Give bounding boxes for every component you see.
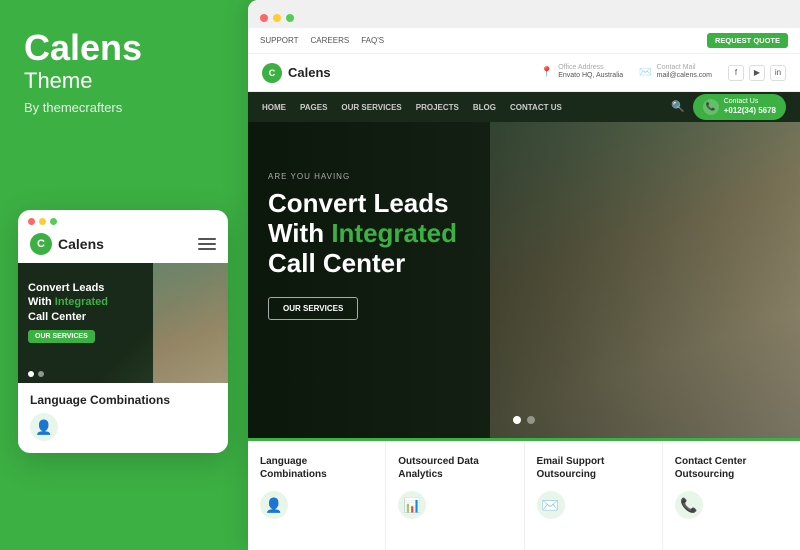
- facebook-icon[interactable]: f: [728, 65, 744, 81]
- topbar-link-support[interactable]: SUPPORT: [260, 36, 299, 45]
- nav-our-services[interactable]: OUR SERVICES: [341, 103, 401, 112]
- mobile-heading-line1: Convert Leads: [28, 282, 104, 294]
- contact-label: Contact Us: [724, 98, 776, 106]
- hero-slider-dots: [513, 416, 535, 424]
- bottom-card-icon-0: 👤: [260, 491, 288, 519]
- bottom-card-title-3: Contact Center Outsourcing: [675, 455, 788, 481]
- youtube-icon[interactable]: ▶: [749, 65, 765, 81]
- nav-blog[interactable]: BLOG: [473, 103, 496, 112]
- site-header: C Calens 📍 Office Address Envato HQ, Aus…: [248, 54, 800, 92]
- hero-dot-1: [513, 416, 521, 424]
- mail-info: ✉️ Contact Mail mail@calens.com: [639, 64, 712, 80]
- mobile-logo: C Calens: [30, 233, 104, 255]
- by-line: By themecrafters: [24, 100, 224, 115]
- mail-value: mail@calens.com: [657, 71, 712, 80]
- nav-right: 🔍 📞 Contact Us +012(34) 5678: [671, 94, 786, 120]
- mail-label: Contact Mail: [657, 64, 712, 71]
- mobile-card-header: C Calens: [18, 229, 228, 263]
- hero-heading-line3: Call Center: [268, 248, 405, 278]
- mobile-language-card: Language Combinations 👤: [18, 383, 228, 453]
- browser-chrome: [248, 0, 800, 28]
- contact-button[interactable]: 📞 Contact Us +012(34) 5678: [693, 94, 786, 120]
- mobile-hero-text: Convert Leads With Integrated Call Cente…: [28, 281, 108, 343]
- hero-content: ARE YOU HAVING Convert Leads With Integr…: [268, 172, 457, 320]
- browser-dot-2: [273, 14, 281, 22]
- contact-text: Contact Us +012(34) 5678: [724, 98, 776, 116]
- left-panel: Calens Theme By themecrafters C Calens C…: [0, 0, 248, 550]
- contact-phone: +012(34) 5678: [724, 106, 776, 116]
- hero-heading-highlight: Integrated: [331, 218, 457, 248]
- site-topbar: SUPPORT CAREERS FAQ'S REQUEST QUOTE: [248, 28, 800, 54]
- hamburger-menu[interactable]: [198, 238, 216, 250]
- bottom-card-0[interactable]: Language Combinations 👤: [248, 441, 386, 550]
- hero-heading: Convert Leads With Integrated Call Cente…: [268, 189, 457, 279]
- site-hero: ARE YOU HAVING Convert Leads With Integr…: [248, 122, 800, 438]
- request-quote-button[interactable]: REQUEST QUOTE: [707, 33, 788, 48]
- office-label: Office Address: [558, 64, 623, 71]
- header-info: 📍 Office Address Envato HQ, Australia ✉️…: [541, 64, 786, 80]
- bottom-card-title-1: Outsourced Data Analytics: [398, 455, 511, 481]
- bottom-card-3[interactable]: Contact Center Outsourcing 📞: [663, 441, 800, 550]
- nav-links: HOME PAGES OUR SERVICES PROJECTS BLOG CO…: [262, 103, 562, 112]
- nav-contact-us[interactable]: CONTACT US: [510, 103, 562, 112]
- location-icon: 📍: [541, 67, 553, 78]
- bottom-card-icon-1: 📊: [398, 491, 426, 519]
- mobile-slider-dots: [28, 371, 44, 377]
- hero-pre-heading: ARE YOU HAVING: [268, 172, 457, 181]
- right-panel: SUPPORT CAREERS FAQ'S REQUEST QUOTE C Ca…: [248, 0, 800, 550]
- mobile-hero: Convert Leads With Integrated Call Cente…: [18, 263, 228, 383]
- bottom-cards: Language Combinations 👤 Outsourced Data …: [248, 438, 800, 550]
- mobile-logo-name: Calens: [58, 236, 104, 252]
- office-info: 📍 Office Address Envato HQ, Australia: [541, 64, 623, 80]
- browser-dot-3: [286, 14, 294, 22]
- dot-red: [28, 218, 35, 225]
- dot-yellow: [39, 218, 46, 225]
- mail-icon: ✉️: [639, 67, 651, 78]
- topbar-link-careers[interactable]: CAREERS: [311, 36, 350, 45]
- nav-pages[interactable]: PAGES: [300, 103, 327, 112]
- hero-heading-line1: Convert Leads: [268, 188, 449, 218]
- nav-home[interactable]: HOME: [262, 103, 286, 112]
- site-nav: HOME PAGES OUR SERVICES PROJECTS BLOG CO…: [248, 92, 800, 122]
- bottom-card-icon-3: 📞: [675, 491, 703, 519]
- site-logo-icon: C: [262, 63, 282, 83]
- phone-icon: 📞: [703, 99, 719, 115]
- mobile-cta-button[interactable]: OUR SERVICES: [28, 330, 95, 343]
- brand-sub: Theme: [24, 68, 224, 94]
- mobile-logo-icon: C: [30, 233, 52, 255]
- office-value: Envato HQ, Australia: [558, 71, 623, 80]
- mobile-heading-line3: Call Center: [28, 311, 86, 323]
- browser-dot-1: [260, 14, 268, 22]
- mobile-card: C Calens Convert Leads With Integrated C…: [18, 210, 228, 453]
- mobile-lang-icon: 👤: [30, 413, 58, 441]
- hero-dot-2: [527, 416, 535, 424]
- mobile-lang-title: Language Combinations: [30, 393, 216, 407]
- mobile-card-dots: [18, 210, 228, 229]
- bottom-card-title-2: Email Support Outsourcing: [537, 455, 650, 481]
- bottom-card-2[interactable]: Email Support Outsourcing ✉️: [525, 441, 663, 550]
- slide-dot-2: [38, 371, 44, 377]
- nav-projects[interactable]: PROJECTS: [416, 103, 459, 112]
- topbar-link-faq[interactable]: FAQ'S: [361, 36, 384, 45]
- bottom-card-title-0: Language Combinations: [260, 455, 373, 481]
- mobile-heading-line2: With: [28, 296, 52, 308]
- hero-heading-line2: With: [268, 218, 324, 248]
- brand-name: Calens: [24, 30, 224, 66]
- mobile-heading-highlight: Integrated: [55, 296, 108, 308]
- bottom-card-icon-2: ✉️: [537, 491, 565, 519]
- social-icons: f ▶ in: [728, 65, 786, 81]
- topbar-links: SUPPORT CAREERS FAQ'S: [260, 36, 384, 45]
- search-icon[interactable]: 🔍: [671, 100, 685, 113]
- hero-cta-button[interactable]: OUR SERVICES: [268, 297, 358, 320]
- mobile-hero-image: [153, 263, 228, 383]
- site-logo-name: Calens: [288, 65, 331, 80]
- dot-green: [50, 218, 57, 225]
- instagram-icon[interactable]: in: [770, 65, 786, 81]
- site-logo: C Calens: [262, 63, 331, 83]
- slide-dot-1: [28, 371, 34, 377]
- mobile-hero-heading: Convert Leads With Integrated Call Cente…: [28, 281, 108, 324]
- bottom-card-1[interactable]: Outsourced Data Analytics 📊: [386, 441, 524, 550]
